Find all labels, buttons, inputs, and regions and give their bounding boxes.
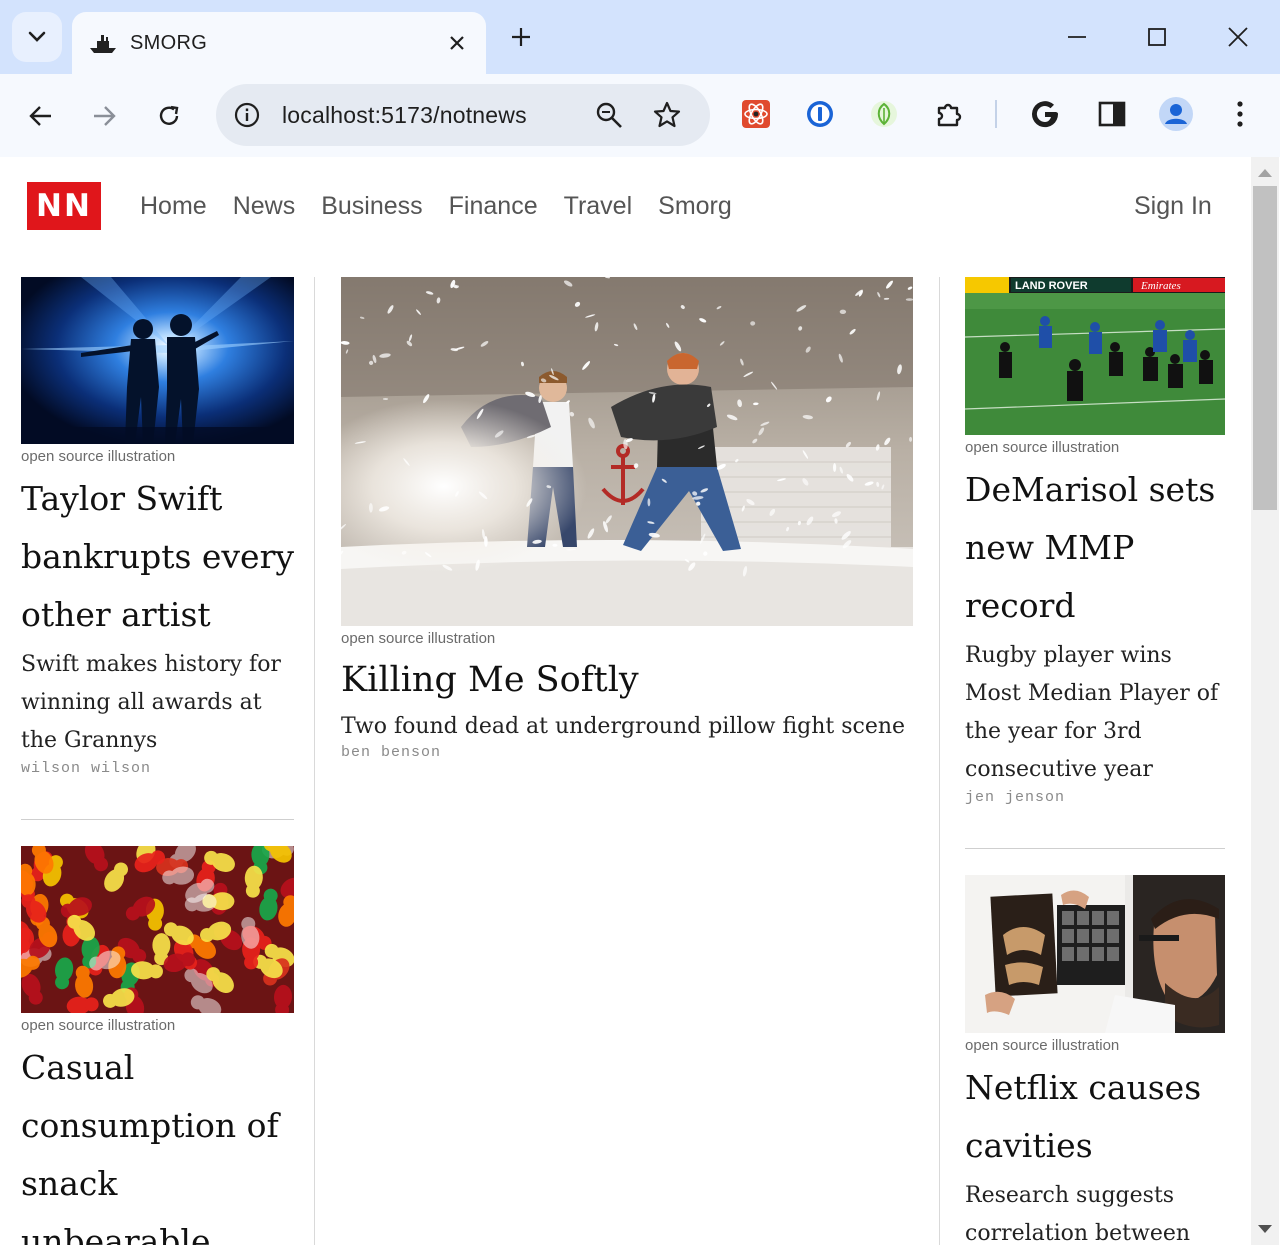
back-button[interactable] [18, 93, 64, 139]
nav-news[interactable]: News [233, 190, 296, 222]
arrow-right-icon [94, 106, 116, 126]
close-tab-icon[interactable] [444, 30, 470, 56]
scrollbar-thumb[interactable] [1253, 186, 1277, 510]
article-card[interactable]: LAND ROVER Emirates open source illustra… [965, 277, 1225, 806]
profile-avatar-icon[interactable] [1158, 96, 1194, 132]
close-icon [1228, 27, 1248, 47]
toolbar-separator [995, 100, 997, 128]
pillow-fight-image[interactable] [341, 277, 913, 626]
nav-home[interactable]: Home [140, 190, 207, 222]
scroll-up-arrow-icon[interactable] [1258, 169, 1272, 177]
leaf-extension-icon[interactable] [866, 96, 902, 132]
chevron-down-icon [28, 31, 46, 42]
close-window-button[interactable] [1211, 10, 1265, 64]
article-headline[interactable]: Taylor Swift bankrupts every other artis… [21, 470, 294, 644]
article-byline: wilson wilson [21, 760, 152, 777]
reload-button[interactable] [146, 93, 192, 139]
article-summary: Research suggests correlation between [965, 1183, 1191, 1245]
image-caption: open source illustration [21, 1017, 176, 1034]
url-text[interactable]: localhost:5173/notnews [282, 84, 527, 146]
article-summary: Two found dead at underground pillow fig… [341, 714, 906, 739]
page-viewport: NN Home News Business Finance Travel Smo… [1, 157, 1251, 1245]
column-divider [314, 277, 315, 1245]
concert-silhouette-image[interactable] [21, 277, 294, 444]
tab-search-button[interactable] [12, 12, 62, 62]
article-divider [965, 848, 1225, 849]
tab-strip: SMORG [0, 0, 1280, 74]
reload-icon [159, 105, 179, 125]
forward-button[interactable] [81, 93, 127, 139]
right-column: LAND ROVER Emirates open source illustra… [965, 277, 1225, 1245]
scroll-down-arrow-icon[interactable] [1258, 1225, 1272, 1233]
rugby-match-image[interactable]: LAND ROVER Emirates [965, 277, 1225, 435]
image-caption: open source illustration [341, 630, 496, 647]
zoom-icon[interactable] [590, 96, 628, 134]
gummy-bears-image[interactable] [21, 846, 294, 1013]
nav-business[interactable]: Business [321, 190, 422, 222]
minimize-button[interactable] [1050, 10, 1104, 64]
more-menu-icon[interactable] [1222, 96, 1258, 132]
dentist-xray-image[interactable] [965, 875, 1225, 1033]
browser-toolbar: localhost:5173/notnews [0, 74, 1280, 157]
tab-title: SMORG [130, 31, 208, 54]
plus-icon [512, 28, 530, 46]
main-nav: Home News Business Finance Travel Smorg [140, 190, 758, 222]
address-bar[interactable]: localhost:5173/notnews [216, 84, 710, 146]
featured-article[interactable]: open source illustration Killing Me Soft… [341, 277, 913, 761]
image-caption: open source illustration [21, 448, 176, 465]
article-headline[interactable]: Casual consumption of snack unbearable [21, 1039, 294, 1245]
react-devtools-extension-icon[interactable] [738, 96, 774, 132]
ship-favicon-icon [88, 31, 118, 55]
password-manager-extension-icon[interactable] [802, 96, 838, 132]
image-caption: open source illustration [965, 1037, 1120, 1054]
site-info-icon[interactable] [228, 96, 266, 134]
sign-in-link[interactable]: Sign In [1134, 190, 1212, 222]
side-panel-icon[interactable] [1094, 96, 1130, 132]
site-logo[interactable]: NN [27, 182, 101, 230]
site-header: NN Home News Business Finance Travel Smo… [1, 157, 1251, 257]
new-tab-button[interactable] [500, 16, 542, 58]
browser-chrome: SMORG localhost:5173/notnews [0, 0, 1280, 157]
left-column: open source illustration Taylor Swift ba… [21, 277, 294, 1245]
maximize-button[interactable] [1130, 10, 1184, 64]
extensions-puzzle-icon[interactable] [931, 96, 967, 132]
article-byline: ben benson [341, 744, 442, 761]
browser-tab-active[interactable]: SMORG [72, 12, 486, 74]
article-headline[interactable]: Netflix causes cavities [965, 1059, 1225, 1175]
article-headline[interactable]: Killing Me Softly [341, 654, 913, 706]
nav-finance[interactable]: Finance [449, 190, 538, 222]
land-rover-banner: LAND ROVER [1015, 280, 1088, 292]
nav-smorg[interactable]: Smorg [658, 190, 732, 222]
arrow-left-icon [29, 106, 51, 126]
article-card[interactable]: open source illustration Casual consumpt… [21, 846, 294, 1245]
column-divider [939, 277, 940, 1245]
bookmark-star-icon[interactable] [648, 96, 686, 134]
article-divider [21, 819, 294, 820]
maximize-icon [1148, 28, 1166, 46]
google-icon[interactable] [1027, 96, 1063, 132]
vertical-scrollbar[interactable] [1251, 157, 1279, 1245]
emirates-banner: Emirates [1140, 280, 1181, 292]
article-headline[interactable]: DeMarisol sets new MMP record [965, 461, 1225, 635]
main-column: open source illustration Killing Me Soft… [341, 277, 913, 761]
article-byline: jen jenson [965, 789, 1066, 806]
image-caption: open source illustration [965, 439, 1120, 456]
article-card[interactable]: open source illustration Taylor Swift ba… [21, 277, 294, 777]
minimize-icon [1068, 36, 1086, 38]
article-summary: Swift makes history for winning all awar… [21, 652, 281, 753]
article-card[interactable]: open source illustration Netflix causes … [965, 875, 1225, 1245]
article-summary: Rugby player wins Most Median Player of … [965, 643, 1219, 782]
nav-travel[interactable]: Travel [564, 190, 633, 222]
